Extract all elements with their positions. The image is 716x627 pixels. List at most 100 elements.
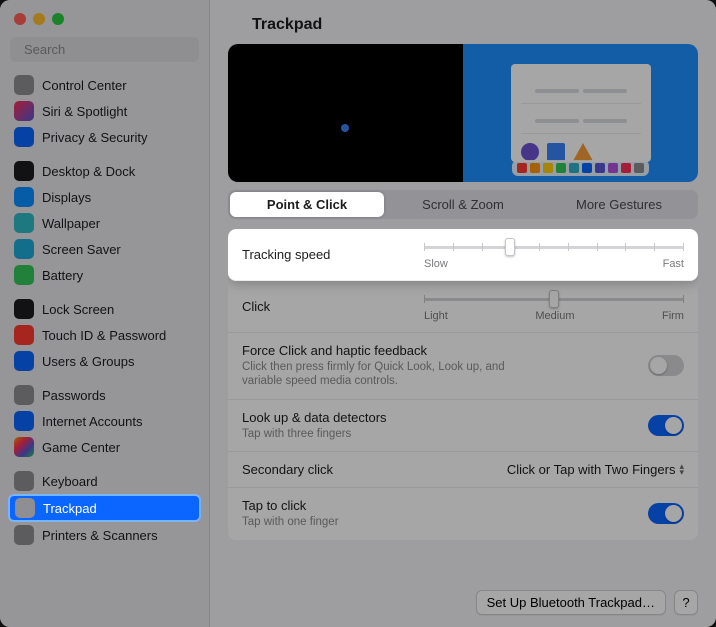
preview-document-area bbox=[463, 44, 698, 182]
close-button[interactable] bbox=[14, 13, 26, 25]
tab-bar: Point & ClickScroll & ZoomMore Gestures bbox=[228, 190, 698, 219]
dropdown-value: Click or Tap with Two Fingers bbox=[507, 462, 676, 477]
lock-icon bbox=[14, 299, 34, 319]
setup-bluetooth-button[interactable]: Set Up Bluetooth Trackpad… bbox=[476, 590, 666, 615]
secondary-click-label: Secondary click bbox=[242, 462, 333, 477]
tab-scroll-zoom[interactable]: Scroll & Zoom bbox=[386, 192, 540, 217]
slider-min-label: Slow bbox=[424, 258, 448, 270]
force-click-row: Force Click and haptic feedback Click th… bbox=[228, 333, 698, 400]
tracking-speed-slider[interactable] bbox=[424, 239, 684, 255]
sidebar-item-label: Privacy & Security bbox=[42, 130, 147, 145]
chevron-updown-icon: ▴▾ bbox=[679, 464, 684, 475]
sidebar-item-label: Users & Groups bbox=[42, 354, 134, 369]
tracking-speed-row: Tracking speed Slow Fast bbox=[228, 229, 698, 281]
sidebar-item-label: Screen Saver bbox=[42, 242, 121, 257]
lookup-toggle[interactable] bbox=[648, 415, 684, 436]
tap-to-click-sub: Tap with one finger bbox=[242, 515, 339, 529]
sidebar-item-lock-screen[interactable]: Lock Screen bbox=[8, 296, 201, 322]
click-pressure-row: Click Light Medium Firm bbox=[228, 281, 698, 333]
tab-more-gestures[interactable]: More Gestures bbox=[542, 192, 696, 217]
sidebar-item-label: Battery bbox=[42, 268, 83, 283]
page-title: Trackpad bbox=[210, 0, 716, 44]
sidebar-item-screen-saver[interactable]: Screen Saver bbox=[8, 236, 201, 262]
sidebar-item-displays[interactable]: Displays bbox=[8, 184, 201, 210]
palette-swatch bbox=[608, 163, 618, 173]
users-icon bbox=[14, 351, 34, 371]
force-click-label: Force Click and haptic feedback bbox=[242, 343, 542, 358]
slider-thumb[interactable] bbox=[549, 290, 559, 308]
control-center-icon bbox=[14, 75, 34, 95]
search-input[interactable] bbox=[24, 42, 200, 57]
force-click-toggle[interactable] bbox=[648, 355, 684, 376]
triangle-shape bbox=[573, 143, 593, 161]
secondary-click-dropdown[interactable]: Click or Tap with Two Fingers ▴▾ bbox=[507, 462, 684, 477]
slider-max-label: Fast bbox=[663, 258, 684, 270]
slider-thumb[interactable] bbox=[505, 238, 515, 256]
sidebar-item-label: Displays bbox=[42, 190, 91, 205]
at-icon bbox=[14, 411, 34, 431]
sidebar-item-passwords[interactable]: Passwords bbox=[8, 382, 201, 408]
search-field[interactable] bbox=[10, 37, 199, 62]
sidebar-item-siri-spotlight[interactable]: Siri & Spotlight bbox=[8, 98, 201, 124]
palette-swatch bbox=[621, 163, 631, 173]
trackpad-preview bbox=[228, 44, 698, 182]
sidebar-item-label: Siri & Spotlight bbox=[42, 104, 127, 119]
lookup-label: Look up & data detectors bbox=[242, 410, 387, 425]
preview-cursor-area bbox=[228, 44, 463, 182]
sidebar-item-label: Printers & Scanners bbox=[42, 528, 158, 543]
key-icon bbox=[14, 385, 34, 405]
cursor-dot bbox=[341, 124, 349, 132]
palette-swatch bbox=[634, 163, 644, 173]
tap-to-click-toggle[interactable] bbox=[648, 503, 684, 524]
sidebar-item-label: Desktop & Dock bbox=[42, 164, 135, 179]
palette-swatch bbox=[595, 163, 605, 173]
sidebar-item-keyboard[interactable]: Keyboard bbox=[8, 468, 201, 494]
click-pressure-slider[interactable] bbox=[424, 291, 684, 307]
sidebar-item-label: Internet Accounts bbox=[42, 414, 142, 429]
palette-swatch bbox=[556, 163, 566, 173]
main-pane: Trackpad bbox=[210, 0, 716, 627]
palette-swatch bbox=[530, 163, 540, 173]
sidebar-item-touch-id-password[interactable]: Touch ID & Password bbox=[8, 322, 201, 348]
sidebar-item-label: Touch ID & Password bbox=[42, 328, 166, 343]
slider-mid-label: Medium bbox=[535, 310, 574, 322]
lookup-row: Look up & data detectors Tap with three … bbox=[228, 400, 698, 452]
sidebar-item-label: Control Center bbox=[42, 78, 127, 93]
sidebar-item-label: Game Center bbox=[42, 440, 120, 455]
sidebar-item-printers-scanners[interactable]: Printers & Scanners bbox=[8, 522, 201, 548]
tracking-speed-label: Tracking speed bbox=[242, 247, 330, 262]
sidebar-item-users-groups[interactable]: Users & Groups bbox=[8, 348, 201, 374]
slider-max-label: Firm bbox=[662, 310, 684, 322]
sidebar-item-desktop-dock[interactable]: Desktop & Dock bbox=[8, 158, 201, 184]
wallpaper-icon bbox=[14, 213, 34, 233]
sidebar-item-wallpaper[interactable]: Wallpaper bbox=[8, 210, 201, 236]
sidebar-item-control-center[interactable]: Control Center bbox=[8, 72, 201, 98]
sidebar-item-label: Trackpad bbox=[43, 501, 97, 516]
minimize-button[interactable] bbox=[33, 13, 45, 25]
sidebar-item-privacy-security[interactable]: Privacy & Security bbox=[8, 124, 201, 150]
trackpad-icon bbox=[15, 498, 35, 518]
zoom-button[interactable] bbox=[52, 13, 64, 25]
help-button[interactable]: ? bbox=[674, 590, 698, 615]
tab-point-click[interactable]: Point & Click bbox=[230, 192, 384, 217]
circle-shape bbox=[521, 143, 539, 161]
fingerprint-icon bbox=[14, 325, 34, 345]
slider-min-label: Light bbox=[424, 310, 448, 322]
sample-document bbox=[511, 64, 651, 162]
keyboard-icon bbox=[14, 471, 34, 491]
sidebar-item-battery[interactable]: Battery bbox=[8, 262, 201, 288]
siri-icon bbox=[14, 101, 34, 121]
palette-swatch bbox=[582, 163, 592, 173]
sidebar: Control Center Siri & Spotlight Privacy & … bbox=[0, 0, 210, 627]
sidebar-item-game-center[interactable]: Game Center bbox=[8, 434, 201, 460]
system-settings-window: Control Center Siri & Spotlight Privacy & … bbox=[0, 0, 716, 627]
gamecenter-icon bbox=[14, 437, 34, 457]
sidebar-item-trackpad[interactable]: Trackpad bbox=[8, 494, 201, 522]
displays-icon bbox=[14, 187, 34, 207]
screensaver-icon bbox=[14, 239, 34, 259]
palette-swatch bbox=[543, 163, 553, 173]
sidebar-item-label: Wallpaper bbox=[42, 216, 100, 231]
hand-icon bbox=[14, 127, 34, 147]
battery-icon bbox=[14, 265, 34, 285]
sidebar-item-internet-accounts[interactable]: Internet Accounts bbox=[8, 408, 201, 434]
